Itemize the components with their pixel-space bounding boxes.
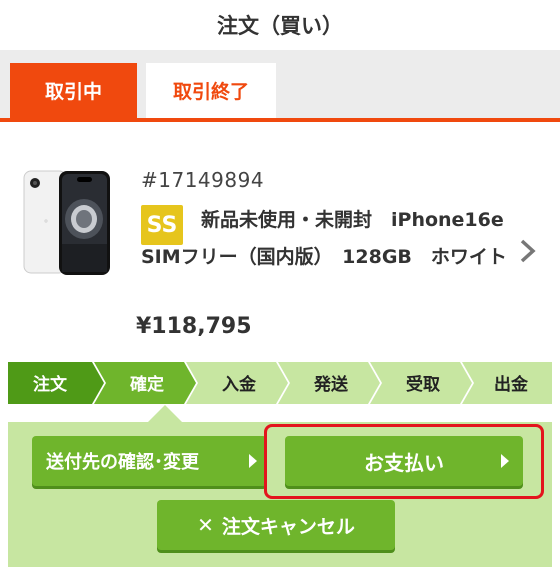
product-id: #17149894 <box>141 168 265 192</box>
caret-right-icon <box>249 454 257 468</box>
progress-steps: 注文 確定 入金 発送 受取 出金 <box>8 362 552 404</box>
confirm-address-button[interactable]: 送付先の確認･変更 <box>32 436 267 486</box>
step-received: 受取 <box>370 362 472 404</box>
product-title: 新品未使用・未開封 iPhone16e SIMフリー（国内版） 128GB ホワ… <box>141 209 507 268</box>
step-label: 確定 <box>130 374 164 395</box>
step-pointer <box>147 405 183 423</box>
step-label: 受取 <box>406 374 440 395</box>
tab-label: 取引終了 <box>172 81 249 103</box>
product-price: ¥118,795 <box>136 314 252 339</box>
chevron-right-icon <box>520 239 536 263</box>
step-order: 注文 <box>8 362 104 404</box>
step-payment: 入金 <box>186 362 288 404</box>
cancel-order-button[interactable]: ✕ 注文キャンセル <box>157 500 395 550</box>
product-item[interactable]: #17149894 SS 新品未使用・未開封 iPhone16e SIMフリー（… <box>0 122 560 358</box>
step-label: 注文 <box>33 374 68 395</box>
step-label: 入金 <box>222 374 257 395</box>
tab-in-progress[interactable]: 取引中 <box>10 63 137 118</box>
tab-completed[interactable]: 取引終了 <box>146 63 276 118</box>
button-label: 送付先の確認･変更 <box>46 452 199 473</box>
page-header: 注文（買い） <box>0 0 560 50</box>
step-shipping: 発送 <box>278 362 380 404</box>
button-label: 注文キャンセル <box>221 515 355 538</box>
product-image <box>23 170 110 275</box>
tab-label: 取引中 <box>44 81 102 103</box>
step-withdrawal: 出金 <box>462 362 552 404</box>
highlight-box <box>264 424 544 499</box>
page-title: 注文（買い） <box>217 14 343 38</box>
step-label: 出金 <box>494 374 529 395</box>
tab-bar: 取引中 取引終了 <box>0 50 560 122</box>
step-confirm: 確定 <box>94 362 196 404</box>
step-label: 発送 <box>313 374 349 395</box>
close-icon: ✕ <box>197 513 214 537</box>
